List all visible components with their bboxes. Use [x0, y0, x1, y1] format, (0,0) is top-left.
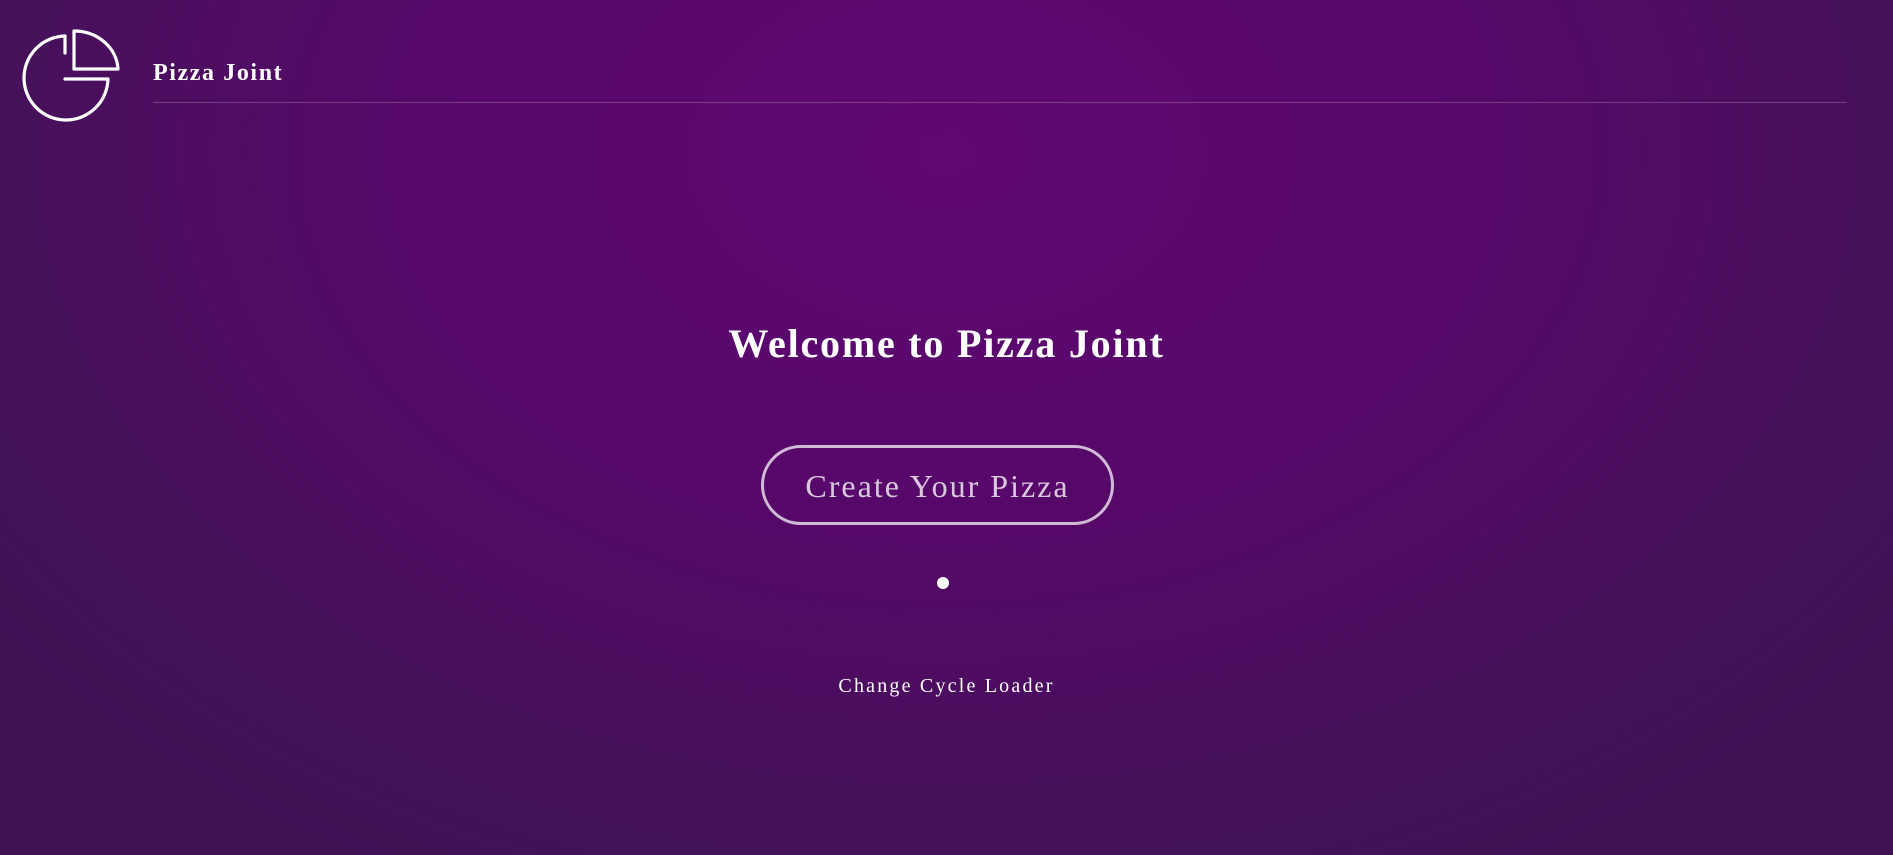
- change-cycle-loader-link[interactable]: Change Cycle Loader: [0, 676, 1893, 696]
- welcome-title: Welcome to Pizza Joint: [728, 321, 1165, 366]
- header-divider: [153, 102, 1847, 103]
- brand-name[interactable]: Pizza Joint: [153, 61, 283, 85]
- loader-dot-icon: [937, 577, 949, 589]
- create-your-pizza-button[interactable]: Create Your Pizza: [761, 445, 1114, 525]
- pizza-logo-icon[interactable]: [22, 27, 124, 129]
